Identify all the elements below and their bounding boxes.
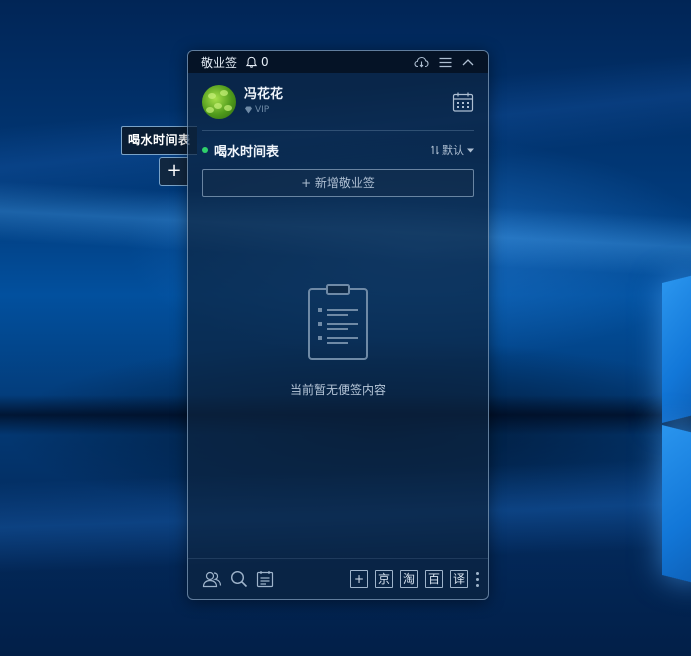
diamond-icon	[245, 106, 252, 114]
plus-icon: +	[166, 160, 182, 181]
more-icon[interactable]	[475, 571, 479, 587]
title-bar[interactable]: 敬业签 0	[188, 51, 488, 73]
toolbar-add-button[interactable]: +	[350, 570, 368, 588]
empty-state-message: 当前暂无便签内容	[289, 383, 386, 397]
sticky-note-widget: 敬业签 0 冯花花 VIP 喝水时间表 默认 + 新增敬业签 当前暂无便签内容 …	[187, 50, 489, 600]
bell-icon[interactable]	[245, 56, 258, 69]
menu-icon[interactable]	[439, 57, 452, 68]
profile-row: 冯花花 VIP	[202, 84, 474, 120]
chevron-down-icon	[467, 148, 474, 152]
sort-dropdown[interactable]: 默认	[431, 142, 474, 158]
add-note-button[interactable]: + 新增敬业签	[202, 169, 474, 197]
list-title[interactable]: 喝水时间表	[214, 141, 279, 160]
clipboard-icon	[308, 284, 368, 360]
cloud-sync-icon[interactable]	[414, 56, 429, 68]
vip-badge[interactable]: VIP	[244, 103, 283, 117]
sort-icon	[431, 145, 439, 155]
contacts-icon[interactable]	[202, 570, 222, 588]
collapse-icon[interactable]	[462, 58, 474, 66]
wallpaper-window-pane	[662, 273, 691, 423]
divider	[202, 130, 474, 131]
status-dot	[202, 147, 208, 153]
bottom-toolbar: + 京 淘 百 译	[188, 558, 488, 599]
app-name: 敬业签	[201, 55, 238, 70]
calendar-icon[interactable]	[452, 91, 474, 113]
toolbar-baidu-button[interactable]: 百	[425, 570, 443, 588]
toolbar-taobao-button[interactable]: 淘	[400, 570, 418, 588]
search-icon[interactable]	[230, 570, 248, 588]
vip-label: VIP	[255, 105, 270, 115]
wallpaper-window-pane	[662, 425, 691, 585]
toolbar-jd-button[interactable]: 京	[375, 570, 393, 588]
toolbar-translate-button[interactable]: 译	[450, 570, 468, 588]
user-name[interactable]: 冯花花	[244, 87, 283, 103]
mini-add-button[interactable]: +	[159, 157, 188, 186]
avatar[interactable]	[202, 85, 236, 119]
mini-note-title: 喝水时间表	[128, 133, 191, 147]
list-header: 喝水时间表 默认	[202, 141, 474, 160]
desktop: 喝水时间表 + 敬业签 0 冯花花 VIP 喝水时间表 默认 + 新增敬业签 当…	[0, 0, 691, 656]
sort-label: 默认	[442, 144, 464, 157]
mini-note-tab[interactable]: 喝水时间表	[121, 126, 197, 155]
notes-icon[interactable]	[256, 570, 274, 588]
notification-count: 0	[261, 55, 269, 69]
